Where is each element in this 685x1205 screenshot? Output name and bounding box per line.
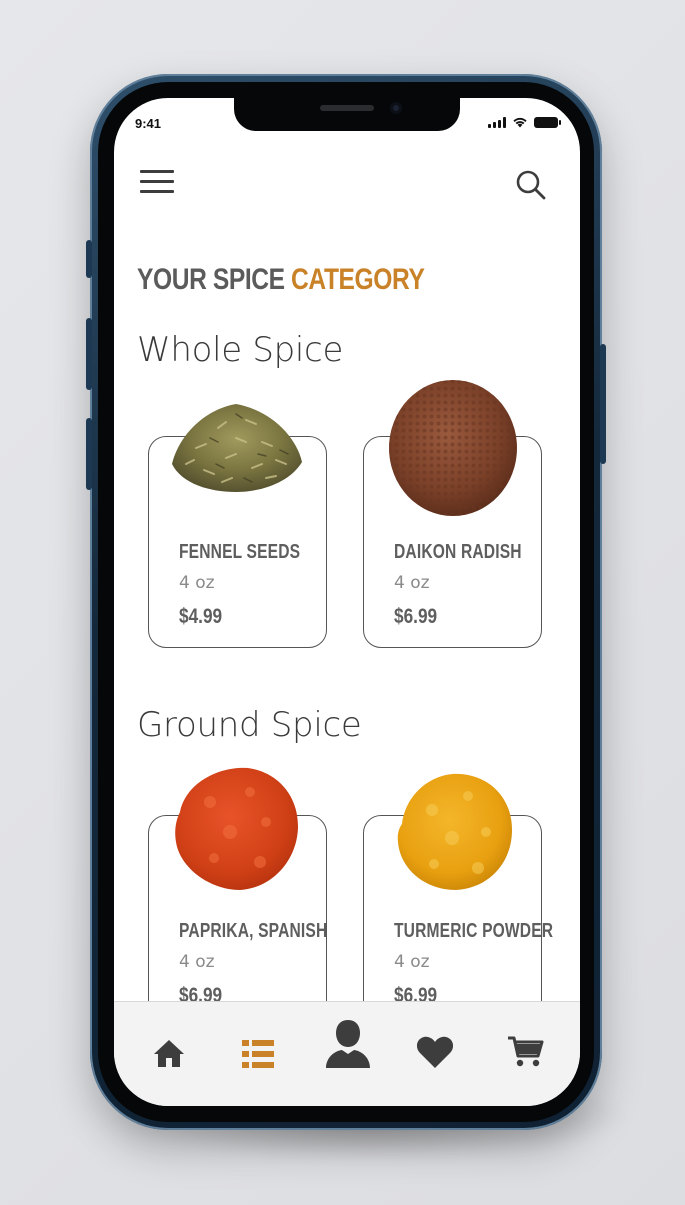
- list-icon[interactable]: [242, 1040, 274, 1068]
- status-time: 9:41: [135, 116, 162, 131]
- product-price: $6.99: [394, 605, 438, 628]
- hamburger-menu-icon[interactable]: [140, 170, 174, 196]
- page-title: YOUR SPICE CATEGORY: [137, 263, 425, 297]
- notch: [234, 98, 460, 131]
- product-price: $4.99: [179, 605, 223, 628]
- product-name: TURMERIC POWDER: [394, 920, 554, 942]
- paprika-powder-image: [175, 767, 298, 890]
- cart-icon[interactable]: [508, 1036, 544, 1068]
- product-size: 4 oz: [394, 573, 430, 593]
- status-icons: [488, 116, 561, 128]
- product-size: 4 oz: [179, 952, 215, 972]
- power-button: [600, 344, 606, 464]
- product-name: DAIKON RADISH: [394, 541, 522, 563]
- product-name: FENNEL SEEDS: [179, 541, 301, 563]
- product-size: 4 oz: [179, 573, 215, 593]
- product-name: PAPRIKA, SPANISH: [179, 920, 328, 942]
- search-icon[interactable]: [514, 168, 548, 202]
- app-screen: 9:41 YOUR SPICE CATEGORY Whole Spice FEN…: [114, 98, 580, 1106]
- page-title-accent: CATEGORY: [291, 263, 425, 296]
- earpiece-speaker: [320, 105, 374, 111]
- home-icon[interactable]: [152, 1038, 186, 1068]
- product-size: 4 oz: [394, 952, 430, 972]
- cellular-signal-icon: [488, 116, 506, 128]
- turmeric-powder-image: [397, 773, 512, 890]
- battery-icon: [534, 116, 561, 128]
- wifi-icon: [513, 117, 527, 128]
- section-title-ground-spice: Ground Spice: [137, 705, 362, 745]
- daikon-radish-seeds-image: [389, 380, 517, 516]
- section-title-whole-spice: Whole Spice: [137, 330, 344, 370]
- profile-icon[interactable]: [324, 1018, 372, 1068]
- page-title-main: YOUR SPICE: [137, 263, 292, 296]
- volume-down-button: [86, 418, 92, 490]
- heart-icon[interactable]: [416, 1036, 454, 1069]
- front-camera: [390, 102, 402, 114]
- mute-switch: [86, 240, 92, 278]
- bottom-nav: [114, 1001, 580, 1106]
- volume-up-button: [86, 318, 92, 390]
- fennel-seeds-image: [172, 404, 302, 492]
